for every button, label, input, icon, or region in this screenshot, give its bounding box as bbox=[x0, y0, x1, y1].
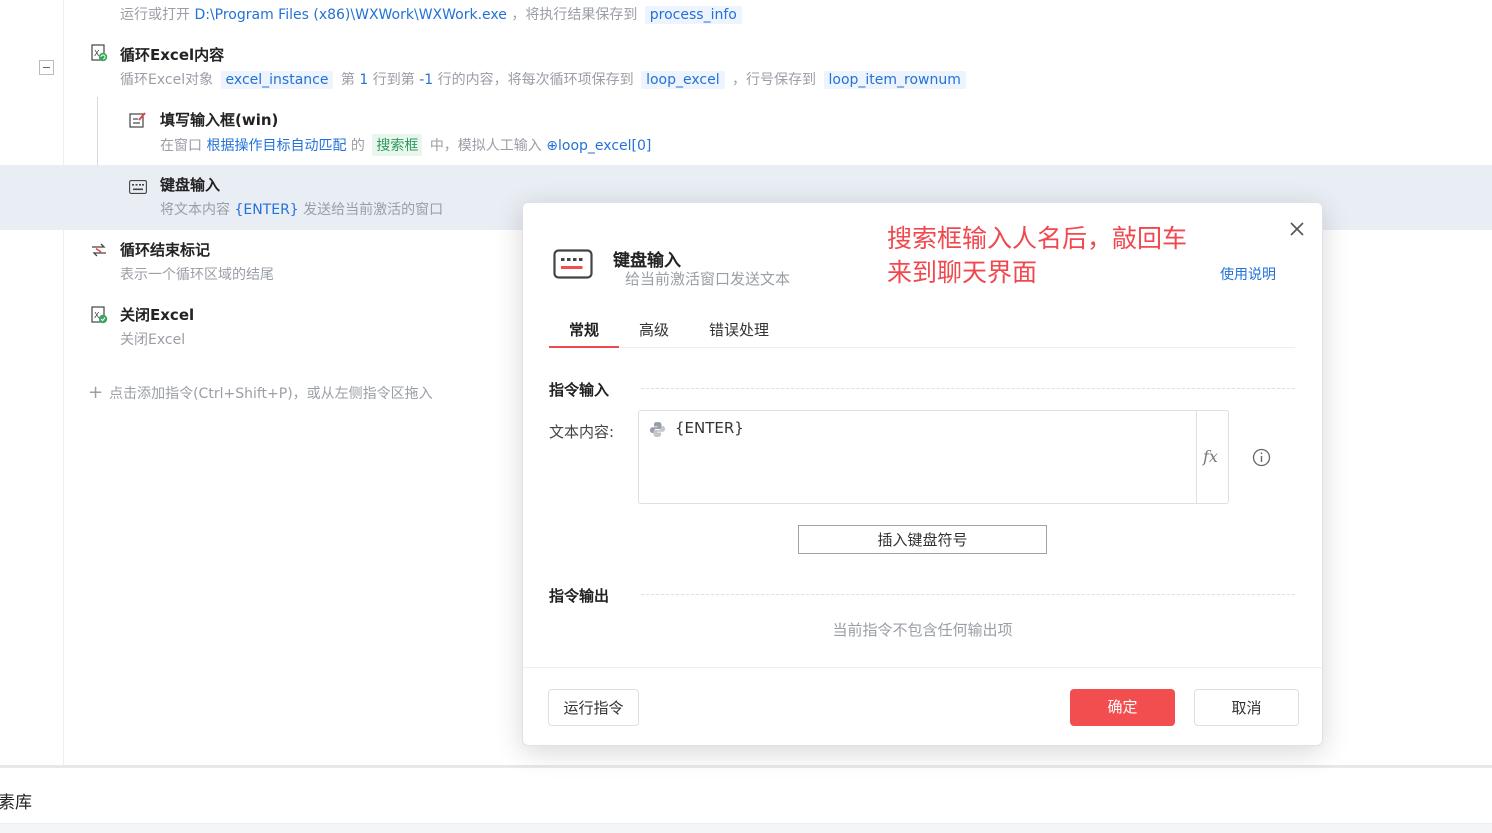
run-command-button[interactable]: 运行指令 bbox=[548, 689, 639, 726]
cancel-button[interactable]: 取消 bbox=[1194, 689, 1299, 726]
step-loop-excel[interactable]: X 循环Excel内容 循环Excel对象 excel_instance 第 1… bbox=[0, 35, 1492, 100]
keyboard-icon bbox=[553, 249, 593, 279]
dialog-subtitle: 给当前激活窗口发送文本 bbox=[625, 270, 791, 288]
info-icon[interactable] bbox=[1252, 448, 1271, 467]
insert-keyboard-symbol-button[interactable]: 插入键盘符号 bbox=[798, 525, 1047, 554]
step-run-app[interactable]: 运行或打开 D:\Program Files (x86)\WXWork\WXWo… bbox=[0, 0, 1492, 35]
bottom-panel-label[interactable]: 素库 bbox=[0, 788, 32, 813]
step-loop-excel-desc: 循环Excel对象 excel_instance 第 1 行到第 -1 行的内容… bbox=[120, 69, 969, 89]
text-content-input[interactable]: {ENTER} fx bbox=[638, 410, 1229, 504]
add-command-hint[interactable]: + 点击添加指令(Ctrl+Shift+P)，或从左侧指令区拖入 bbox=[88, 382, 433, 403]
edit-input-icon bbox=[129, 112, 146, 128]
tab-general[interactable]: 常规 bbox=[569, 319, 599, 340]
window-target-link[interactable]: 根据操作目标自动匹配 bbox=[206, 138, 346, 154]
fx-button[interactable]: fx bbox=[1196, 411, 1228, 503]
var-excel-instance[interactable]: excel_instance bbox=[220, 71, 334, 89]
step-loop-excel-title: 循环Excel内容 bbox=[120, 46, 225, 64]
bottom-panel: 素库 bbox=[0, 768, 1492, 833]
text-content-label: 文本内容: bbox=[549, 423, 615, 441]
tab-error-handling[interactable]: 错误处理 bbox=[709, 319, 769, 340]
var-loop-excel-0[interactable]: ⊕loop_excel[0] bbox=[546, 138, 651, 154]
footer-divider bbox=[523, 667, 1322, 668]
active-tab-indicator bbox=[549, 346, 619, 348]
keyboard-input-dialog: 键盘输入 给当前激活窗口发送文本 搜索框输入人名后，敲回车 来到聊天界面 使用说… bbox=[522, 202, 1323, 746]
element-search-box[interactable]: 搜索框 bbox=[372, 134, 423, 156]
step-close-excel-title: 关闭Excel bbox=[120, 306, 195, 324]
section-input-title: 指令输入 bbox=[549, 381, 610, 399]
help-link[interactable]: 使用说明 bbox=[1220, 264, 1276, 284]
app-path[interactable]: D:\Program Files (x86)\WXWork\WXWork.exe bbox=[194, 7, 506, 23]
step-keyboard-title: 键盘输入 bbox=[160, 176, 221, 194]
fx-icon: fx bbox=[1203, 447, 1218, 466]
bottom-strip bbox=[0, 823, 1492, 833]
section-output-title: 指令输出 bbox=[549, 587, 610, 605]
step-run-app-desc: 运行或打开 D:\Program Files (x86)\WXWork\WXWo… bbox=[120, 4, 745, 24]
step-fill-input-title: 填写输入框(win) bbox=[160, 111, 279, 129]
annotation-text: 搜索框输入人名后，敲回车 来到聊天界面 bbox=[887, 224, 1188, 287]
step-fill-input[interactable]: 填写输入框(win) 在窗口 根据操作目标自动匹配 的 搜索框 中，模拟人工输入… bbox=[0, 100, 1492, 165]
tab-advanced[interactable]: 高级 bbox=[639, 319, 669, 340]
step-loop-end-desc: 表示一个循环区域的结尾 bbox=[120, 267, 274, 283]
section-output-rule bbox=[641, 594, 1295, 595]
no-output-message: 当前指令不包含任何输出项 bbox=[832, 621, 1013, 639]
dialog-tabs: 常规 高级 错误处理 bbox=[549, 311, 1295, 348]
var-loop-item-rownum[interactable]: loop_item_rownum bbox=[823, 71, 966, 89]
section-input-rule bbox=[641, 388, 1295, 389]
plus-icon: + bbox=[88, 382, 104, 403]
confirm-button[interactable]: 确定 bbox=[1070, 689, 1175, 726]
text-content-value: {ENTER} bbox=[675, 419, 744, 437]
step-fill-input-desc: 在窗口 根据操作目标自动匹配 的 搜索框 中，模拟人工输入 ⊕loop_exce… bbox=[160, 134, 651, 156]
var-loop-excel[interactable]: loop_excel bbox=[641, 71, 725, 89]
step-close-excel-desc: 关闭Excel bbox=[120, 332, 186, 348]
python-icon bbox=[650, 422, 665, 437]
close-icon[interactable] bbox=[1287, 219, 1307, 239]
step-keyboard-desc: 将文本内容 {ENTER} 发送给当前激活的窗口 bbox=[160, 202, 444, 218]
excel-loop-icon: X bbox=[91, 44, 108, 62]
excel-close-icon: X bbox=[91, 306, 108, 324]
keyboard-icon bbox=[129, 180, 147, 194]
var-process-info[interactable]: process_info bbox=[644, 6, 742, 24]
loop-end-icon bbox=[92, 243, 106, 257]
step-loop-end-title: 循环结束标记 bbox=[120, 241, 211, 259]
